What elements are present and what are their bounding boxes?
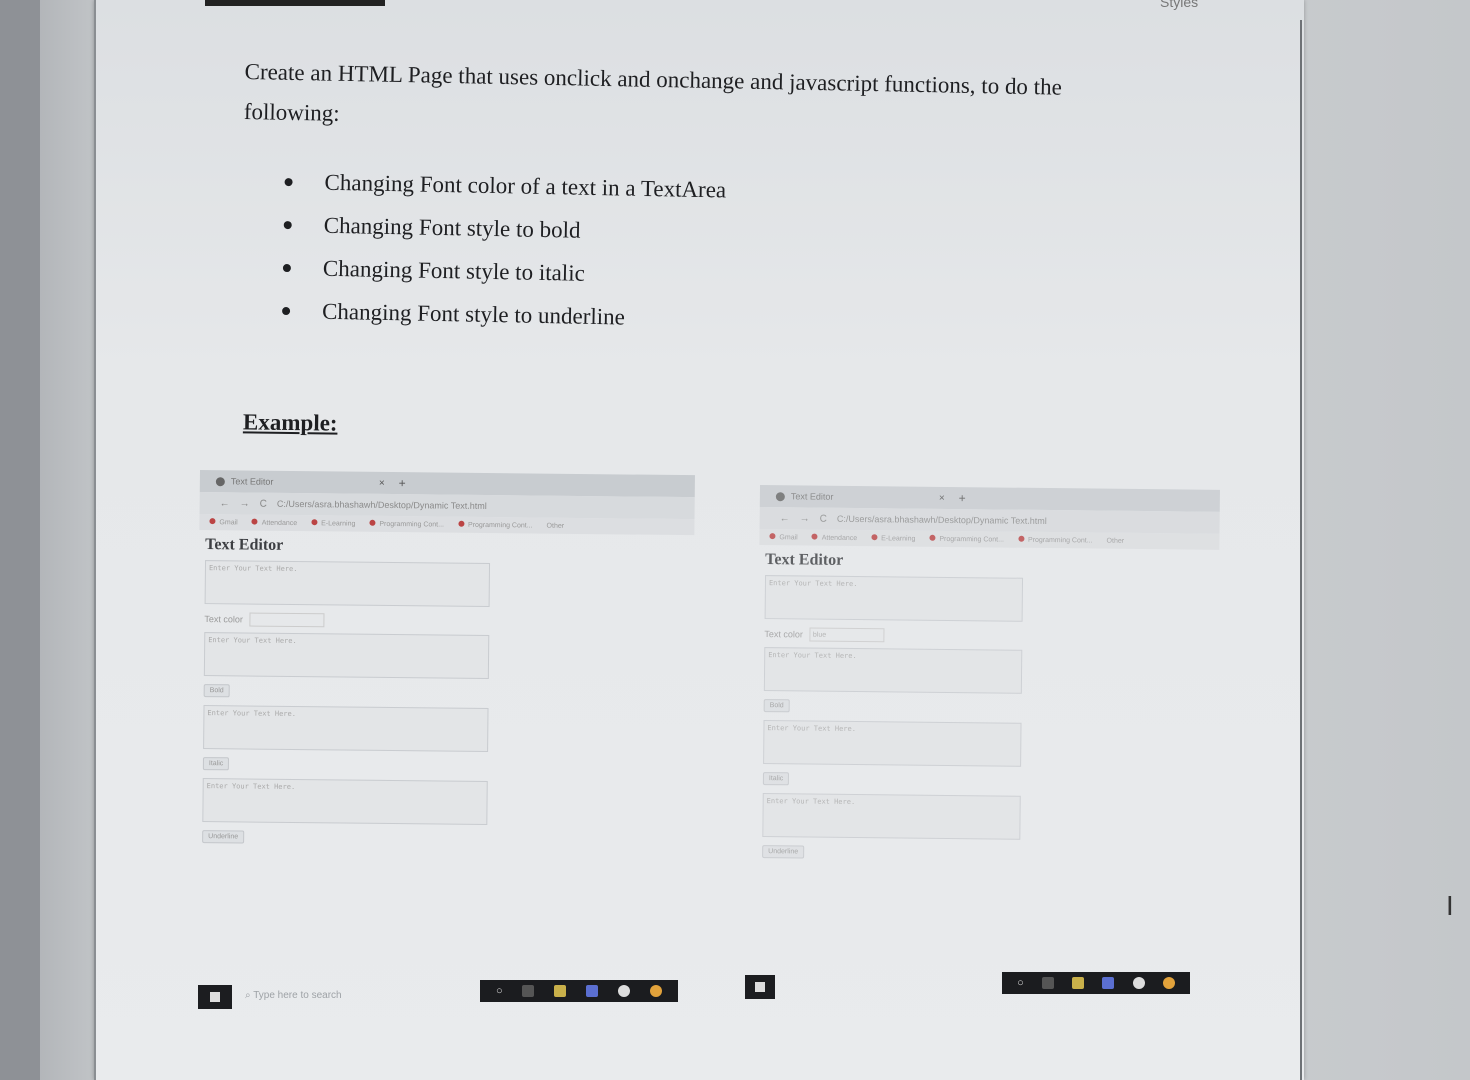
editor-title: Text Editor	[205, 536, 284, 554]
text-area-4: Enter Your Text Here.	[762, 793, 1021, 840]
tab-close-icon: ×	[938, 492, 945, 504]
bookmark-item: Programming Cont...	[369, 519, 444, 529]
chrome-icon	[650, 985, 663, 997]
bookmark-item: Other	[1106, 537, 1125, 545]
windows-logo-icon	[755, 982, 765, 992]
underline-button: Underline	[202, 830, 245, 844]
tab-title: Text Editor	[230, 476, 274, 487]
file-explorer-icon	[554, 985, 567, 997]
windows-logo-icon	[210, 992, 220, 1002]
bookmark-icon	[871, 534, 878, 541]
windows-start-icon	[745, 975, 775, 999]
underline-button: Underline	[762, 845, 805, 859]
bookmark-item: Other	[546, 522, 565, 530]
bookmark-item: Gmail	[209, 518, 238, 526]
window-left-margin	[0, 0, 40, 1080]
bookmark-item: Attendance	[811, 533, 858, 542]
page-left-edge	[94, 0, 96, 1080]
bookmark-icon	[1017, 535, 1025, 542]
bookmarks-bar: Gmail Attendance E-Learning Programming …	[759, 528, 1220, 550]
text-area-3: Enter Your Text Here.	[203, 705, 489, 753]
cortana-icon: ○	[495, 985, 503, 997]
chrome-icon	[1162, 977, 1175, 989]
text-color-label: Text color	[764, 629, 804, 640]
task-view-icon	[1041, 977, 1054, 989]
teams-icon	[586, 985, 599, 997]
bookmark-icon	[457, 520, 465, 527]
bookmark-icon	[811, 533, 818, 540]
back-icon: ←	[779, 512, 790, 524]
italic-button: Italic	[202, 757, 230, 771]
taskbar-app-icons: ○	[480, 980, 678, 1002]
reload-icon: C	[259, 498, 267, 510]
bookmark-item: Gmail	[769, 533, 798, 541]
new-tab-icon: +	[398, 476, 406, 491]
back-icon: ←	[219, 497, 230, 509]
bullet-icon	[283, 220, 292, 229]
bookmark-icon	[369, 519, 376, 526]
question-text: Create an HTML Page that uses onclick an…	[243, 52, 1124, 149]
bullet-icon	[284, 177, 293, 186]
app-icon	[618, 985, 631, 997]
styles-label[interactable]: Styles	[1160, 0, 1198, 10]
text-area-2: Enter Your Text Here.	[763, 647, 1023, 694]
page-right-edge	[1300, 20, 1302, 1080]
tab-close-icon: ×	[378, 477, 385, 489]
text-area-4: Enter Your Text Here.	[202, 778, 488, 826]
bookmark-item: E-Learning	[311, 519, 355, 528]
url-text: C:/Users/asra.bhashawh/Desktop/Dynamic T…	[276, 498, 487, 512]
bookmark-icon	[929, 534, 936, 541]
url-text: C:/Users/asra.bhashawh/Desktop/Dynamic T…	[836, 513, 1047, 527]
teams-icon	[1102, 977, 1115, 989]
new-tab-icon: +	[958, 491, 966, 506]
bullet-icon	[282, 263, 292, 272]
requirements-list: Changing Font color of a text in a TextA…	[282, 160, 885, 343]
italic-button: Italic	[762, 772, 790, 786]
text-color-label: Text color	[204, 614, 244, 625]
example-screenshot-left: Text Editor × + ← → C C:/Users/asra.bhas…	[195, 470, 695, 925]
taskbar-app-icons: ○	[1002, 972, 1190, 994]
search-icon: ⌕	[245, 990, 254, 1001]
forward-icon: →	[239, 497, 250, 510]
bookmark-item: Programming Cont...	[1017, 535, 1093, 544]
app-icon	[1132, 977, 1145, 989]
bookmark-icon	[209, 518, 216, 525]
tab-favicon-icon	[215, 476, 225, 486]
bookmark-icon	[311, 519, 318, 526]
bookmark-item: Attendance	[251, 518, 298, 527]
example-screenshot-right: Text Editor × + ← → C C:/Users/asra.bhas…	[755, 485, 1220, 920]
forward-icon: →	[799, 512, 810, 525]
text-area-1: Enter Your Text Here.	[764, 575, 1024, 622]
editor-title: Text Editor	[765, 551, 844, 569]
heading-underline-fragment	[205, 0, 385, 6]
text-color-row: Text color	[204, 612, 693, 631]
text-color-row: Text color blue	[764, 627, 1218, 646]
tab-favicon-icon	[775, 491, 785, 501]
cortana-icon: ○	[1017, 977, 1024, 989]
bookmark-item: Programming Cont...	[929, 534, 1004, 544]
text-color-input	[248, 612, 325, 628]
windows-start-icon	[198, 985, 232, 1009]
text-area-3: Enter Your Text Here.	[763, 720, 1022, 767]
bookmark-icon	[251, 518, 258, 525]
bold-button: Bold	[763, 699, 790, 713]
bold-button: Bold	[203, 684, 230, 698]
reload-icon: C	[819, 513, 827, 525]
bookmark-item: Programming Cont...	[457, 520, 533, 529]
example-heading: Example:	[242, 409, 338, 436]
tab-title: Text Editor	[790, 491, 834, 502]
task-view-icon	[522, 985, 535, 997]
bookmark-icon	[769, 533, 776, 540]
bullet-icon	[282, 306, 291, 315]
taskbar-search: ⌕ Type here to search	[245, 990, 342, 1001]
text-area-1: Enter Your Text Here.	[204, 560, 491, 608]
bookmark-item: E-Learning	[871, 534, 915, 543]
text-area-2: Enter Your Text Here.	[203, 632, 490, 680]
text-color-input: blue	[808, 627, 885, 643]
text-cursor-icon: I	[1446, 892, 1454, 922]
file-explorer-icon	[1072, 977, 1085, 989]
